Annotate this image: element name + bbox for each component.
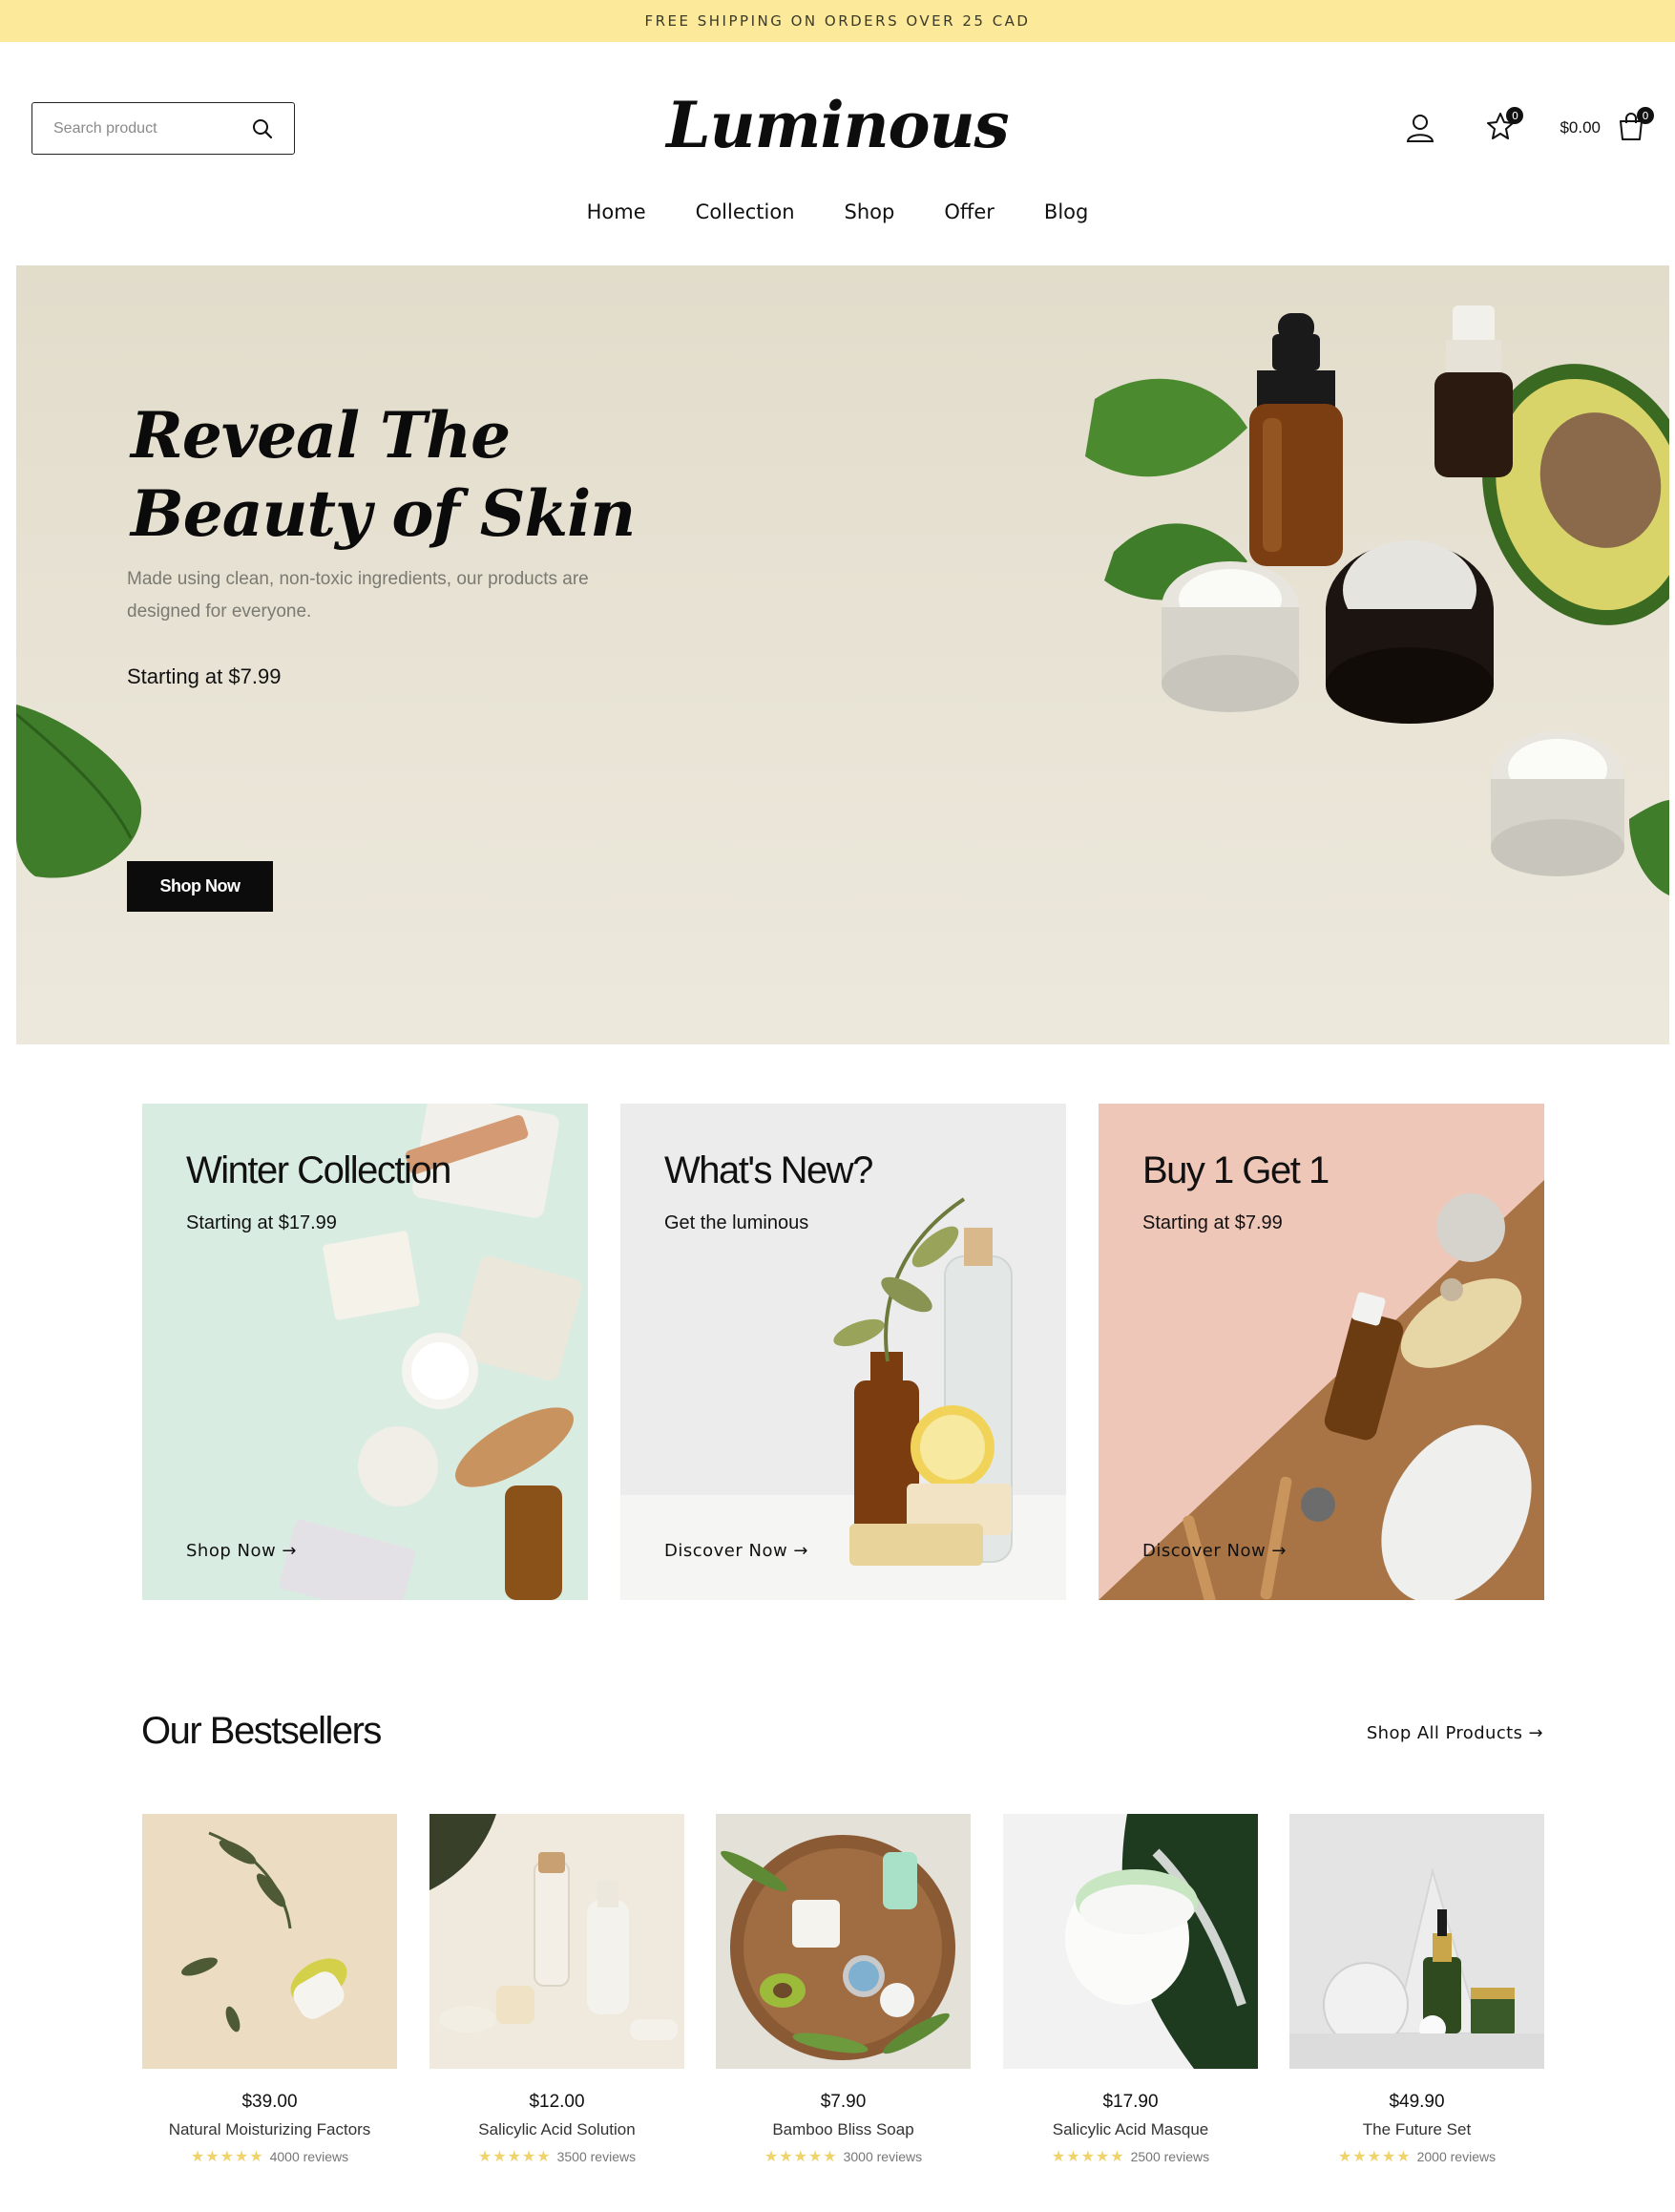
promo-card-buy-one-get-one[interactable]: Buy 1 Get 1 Starting at $7.99 Discover N… <box>1099 1104 1544 1600</box>
promo-link[interactable]: Discover Now → <box>1142 1541 1287 1561</box>
review-count: 4000 reviews <box>269 2149 349 2164</box>
product-card[interactable]: $12.00 Salicylic Acid Solution ★★★★★ 3500… <box>429 1814 684 2166</box>
product-card[interactable]: $17.90 Salicylic Acid Masque ★★★★★ 2500 r… <box>1003 1814 1258 2166</box>
product-price: $49.90 <box>1389 2092 1445 2112</box>
product-name[interactable]: Salicylic Acid Solution <box>429 2120 684 2139</box>
announcement-text: FREE SHIPPING ON ORDERS OVER 25 CAD <box>644 12 1031 30</box>
main-nav: Home Collection Shop Offer Blog <box>0 200 1675 223</box>
product-image[interactable] <box>142 1814 397 2069</box>
promo-title: Buy 1 Get 1 <box>1142 1149 1330 1191</box>
rating-stars: ★★★★★ <box>1051 2149 1125 2165</box>
shop-now-button[interactable]: Shop Now <box>127 861 273 912</box>
product-image[interactable] <box>1003 1814 1258 2069</box>
promo-title: Winter Collection <box>186 1149 451 1191</box>
shop-all-products-link[interactable]: Shop All Products → <box>1367 1723 1543 1743</box>
hero-banner: Reveal The Beauty of Skin Made using cle… <box>16 265 1669 1044</box>
product-price: $7.90 <box>820 2092 867 2112</box>
product-card[interactable]: $7.90 Bamboo Bliss Soap ★★★★★ 3000 review… <box>716 1814 971 2166</box>
product-rating: ★★★★★ 2500 reviews <box>1003 2147 1258 2166</box>
product-image[interactable] <box>1289 1814 1544 2069</box>
review-count: 3500 reviews <box>556 2149 637 2164</box>
nav-shop[interactable]: Shop <box>845 200 895 223</box>
wishlist-button[interactable]: 0 <box>1483 107 1524 145</box>
cart-count-badge: 0 <box>1637 107 1654 124</box>
promo-card-winter[interactable]: Winter Collection Starting at $17.99 Sho… <box>142 1104 588 1600</box>
product-rating: ★★★★★ 4000 reviews <box>142 2147 397 2166</box>
promo-link[interactable]: Discover Now → <box>664 1541 808 1561</box>
product-rating: ★★★★★ 3000 reviews <box>716 2147 971 2166</box>
rating-stars: ★★★★★ <box>764 2149 838 2165</box>
hero-title: Reveal The Beauty of Skin <box>131 398 636 551</box>
product-price: $39.00 <box>241 2092 298 2112</box>
cart-total[interactable]: $0.00 <box>1560 118 1601 137</box>
product-name[interactable]: Salicylic Acid Masque <box>1003 2120 1258 2139</box>
promo-subtitle: Get the luminous <box>664 1212 809 1233</box>
product-name[interactable]: The Future Set <box>1289 2120 1544 2139</box>
announcement-bar: FREE SHIPPING ON ORDERS OVER 25 CAD <box>0 0 1675 42</box>
header-actions: 0 $0.00 0 <box>1403 107 1665 147</box>
product-name[interactable]: Natural Moisturizing Factors <box>142 2120 397 2139</box>
product-image[interactable] <box>716 1814 971 2069</box>
product-price: $17.90 <box>1102 2092 1159 2112</box>
rating-stars: ★★★★★ <box>1337 2149 1412 2165</box>
wishlist-count-badge: 0 <box>1506 107 1524 124</box>
nav-blog[interactable]: Blog <box>1044 200 1088 223</box>
promo-card-whats-new[interactable]: What's New? Get the luminous Discover No… <box>620 1104 1066 1600</box>
product-card[interactable]: $49.90 The Future Set ★★★★★ 2000 reviews <box>1289 1814 1544 2166</box>
hero-product-image <box>16 305 1669 895</box>
hero-price: Starting at $7.99 <box>127 664 282 688</box>
nav-home[interactable]: Home <box>587 200 646 223</box>
promo-title: What's New? <box>664 1149 873 1191</box>
review-count: 2000 reviews <box>1416 2149 1497 2164</box>
promo-link[interactable]: Shop Now → <box>186 1541 297 1561</box>
rating-stars: ★★★★★ <box>477 2149 552 2165</box>
cart-button[interactable]: 0 <box>1614 107 1654 145</box>
promo-subtitle: Starting at $17.99 <box>186 1212 337 1233</box>
promo-subtitle: Starting at $7.99 <box>1142 1212 1283 1233</box>
account-icon[interactable] <box>1403 111 1437 145</box>
nav-collection[interactable]: Collection <box>696 200 795 223</box>
rating-stars: ★★★★★ <box>190 2149 264 2165</box>
nav-offer[interactable]: Offer <box>944 200 995 223</box>
product-rating: ★★★★★ 3500 reviews <box>429 2147 684 2166</box>
product-card[interactable]: $39.00 Natural Moisturizing Factors ★★★★… <box>142 1814 397 2166</box>
product-rating: ★★★★★ 2000 reviews <box>1289 2147 1544 2166</box>
review-count: 3000 reviews <box>843 2149 923 2164</box>
product-name[interactable]: Bamboo Bliss Soap <box>716 2120 971 2139</box>
hero-subtitle: Made using clean, non-toxic ingredients,… <box>127 569 589 621</box>
section-title: Our Bestsellers <box>141 1710 382 1752</box>
product-price: $12.00 <box>529 2092 585 2112</box>
review-count: 2500 reviews <box>1130 2149 1210 2164</box>
product-image[interactable] <box>429 1814 684 2069</box>
